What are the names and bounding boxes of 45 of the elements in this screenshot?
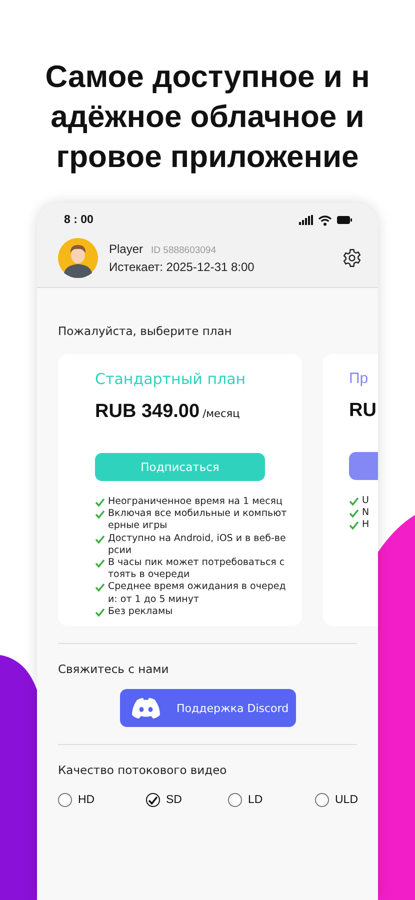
- feature-text: U: [362, 495, 369, 508]
- signal-icon: [299, 215, 313, 225]
- section-title: Пожалуйста, выберите план: [58, 324, 233, 338]
- radio-button[interactable]: [228, 793, 242, 807]
- plan-title: Пр: [349, 370, 370, 387]
- section-title: Свяжитесь с нами: [58, 662, 170, 676]
- headline-text: гровое приложение: [56, 138, 359, 176]
- discord-button[interactable]: Поддержка Discord: [120, 689, 296, 727]
- feature-text: Доступно на Android, iOS и в веб-версии: [108, 532, 287, 558]
- section-title: Качество потокового видео: [58, 763, 228, 777]
- check-icon: [95, 608, 105, 617]
- feature-text: Включая все мобильные и компьютерные игры: [108, 508, 288, 533]
- feature-text: N: [362, 507, 370, 520]
- headline-text: Самое доступное и н: [45, 58, 370, 96]
- check-icon: [95, 583, 105, 592]
- check-icon: [95, 559, 105, 568]
- option-label[interactable]: HD: [78, 794, 95, 806]
- player-name: Player: [109, 242, 144, 256]
- status-time: 8 : 00: [64, 214, 94, 226]
- price-period: /месяц: [202, 408, 240, 420]
- check-icon: [148, 796, 158, 804]
- plan-title: Стандартный план: [95, 370, 247, 388]
- option-label[interactable]: SD: [166, 794, 182, 806]
- feature-text: Без рекламы: [108, 606, 173, 618]
- feature-text: Среднее время ожидания в очереди: от 1 до 5 минут: [108, 581, 287, 606]
- plan-price: RUB 349.00: [95, 401, 200, 423]
- expiry-text: Истекает: 2025-12-31 8:00: [109, 260, 256, 274]
- settings-button[interactable]: [342, 248, 362, 268]
- check-icon: [95, 534, 105, 544]
- plan-price: RU: [349, 400, 376, 422]
- feature-text: H: [362, 519, 370, 532]
- headline-text: адёжное облачное и: [50, 98, 364, 136]
- settings-icon: [342, 248, 362, 268]
- feature-text: Неограниченное время на 1 месяц: [108, 496, 282, 508]
- radio-button[interactable]: [58, 793, 72, 807]
- wifi-icon: [318, 214, 332, 226]
- option-label[interactable]: ULD: [335, 794, 358, 806]
- battery-icon: [337, 216, 352, 224]
- discord-icon: [130, 697, 160, 719]
- avatar: [58, 238, 98, 278]
- player-id: ID 5888603094: [151, 245, 216, 256]
- feature-text: В часы пик может потребоваться стоять в очереди: [108, 557, 286, 582]
- radio-button[interactable]: [146, 793, 160, 807]
- option-label[interactable]: LD: [248, 794, 263, 806]
- radio-button[interactable]: [315, 793, 329, 807]
